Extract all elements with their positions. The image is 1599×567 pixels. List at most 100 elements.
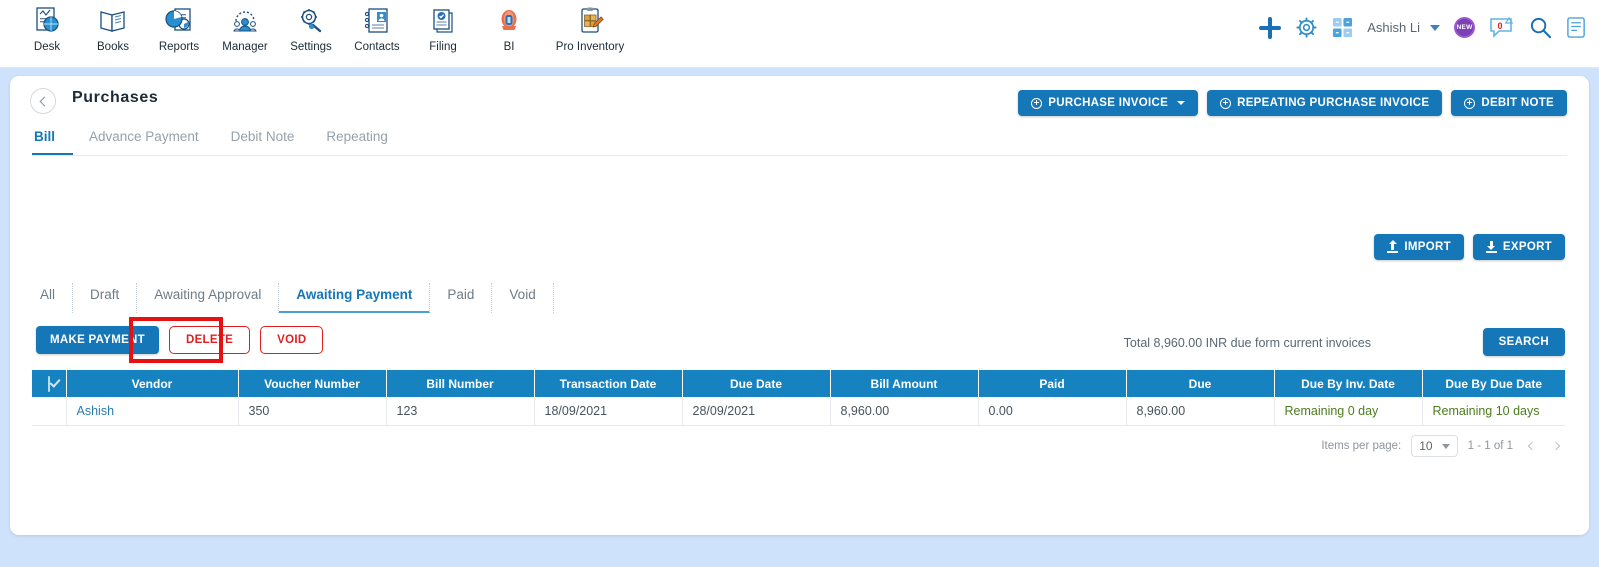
- nav-item-settings[interactable]: Settings: [278, 0, 344, 53]
- chevron-right-icon: [1551, 441, 1561, 451]
- column-bill-number[interactable]: Bill Number: [386, 370, 535, 397]
- filter-awaiting-payment[interactable]: Awaiting Payment: [279, 283, 431, 313]
- tab-repeating[interactable]: Repeating: [310, 124, 404, 155]
- nav-item-reports[interactable]: Reports: [146, 0, 212, 53]
- nav-label: Reports: [158, 41, 200, 53]
- table-row[interactable]: Ashish 350 123 18/09/2021 28/09/2021 8,9…: [32, 397, 1565, 426]
- cell-vendor[interactable]: Ashish: [66, 397, 239, 426]
- paginator: Items per page: 10 1 - 1 of 1: [1321, 435, 1565, 457]
- nav-item-filing[interactable]: Filing: [410, 0, 476, 53]
- book-icon: [98, 6, 128, 36]
- make-payment-button[interactable]: MAKE PAYMENT: [36, 326, 159, 354]
- button-label: REPEATING PURCHASE INVOICE: [1237, 97, 1430, 109]
- items-per-page-select[interactable]: 10: [1411, 435, 1458, 457]
- nav-item-books[interactable]: Books: [80, 0, 146, 53]
- tab-debit-note[interactable]: Debit Note: [215, 124, 311, 155]
- row-action-buttons: MAKE PAYMENT DELETE VOID: [36, 326, 324, 354]
- gear-wrench-icon: [296, 6, 326, 36]
- gear-icon[interactable]: [1295, 16, 1318, 39]
- filter-paid[interactable]: Paid: [430, 283, 493, 313]
- search-button[interactable]: SEARCH: [1482, 328, 1565, 356]
- select-all-checkbox[interactable]: [47, 375, 50, 392]
- filter-draft[interactable]: Draft: [73, 283, 138, 313]
- void-button[interactable]: VOID: [260, 326, 324, 354]
- tab-advance-payment[interactable]: Advance Payment: [73, 124, 215, 155]
- import-button[interactable]: IMPORT: [1374, 234, 1464, 260]
- items-per-page-value: 10: [1419, 439, 1433, 453]
- tab-bill[interactable]: Bill: [32, 124, 74, 155]
- chevron-down-icon: [1441, 443, 1450, 449]
- column-voucher-number[interactable]: Voucher Number: [238, 370, 387, 397]
- top-bar-right: Ashish Li NEW 0: [1259, 16, 1587, 39]
- plus-icon[interactable]: [1259, 16, 1282, 39]
- bi-icon: [494, 6, 524, 36]
- column-due-by-inv-date[interactable]: Due By Inv. Date: [1274, 370, 1423, 397]
- bills-table: Vendor Voucher Number Bill Number Transa…: [32, 370, 1565, 426]
- column-vendor[interactable]: Vendor: [66, 370, 239, 397]
- delete-button[interactable]: DELETE: [168, 326, 251, 354]
- items-per-page-label: Items per page:: [1321, 440, 1402, 452]
- cell-bill-number: 123: [386, 397, 535, 426]
- export-button[interactable]: EXPORT: [1472, 234, 1565, 260]
- button-label: DEBIT NOTE: [1481, 97, 1554, 109]
- debit-note-button[interactable]: DEBIT NOTE: [1451, 90, 1567, 116]
- total-due-text: Total 8,960.00 INR due form current invo…: [1123, 336, 1371, 350]
- nav-label: Filing: [429, 41, 457, 53]
- button-label: IMPORT: [1404, 241, 1451, 253]
- status-filter-tabs: All Draft Awaiting Approval Awaiting Pay…: [36, 283, 554, 313]
- filter-all[interactable]: All: [36, 283, 74, 313]
- next-page-button[interactable]: [1549, 438, 1565, 454]
- search-icon[interactable]: [1529, 16, 1552, 39]
- nav-label: Pro Inventory: [555, 41, 625, 53]
- new-badge[interactable]: NEW: [1454, 17, 1475, 38]
- nav-label: Desk: [33, 41, 61, 53]
- upload-icon: [1387, 240, 1399, 253]
- contacts-book-icon: [362, 6, 392, 36]
- chevron-down-icon: [1177, 101, 1186, 105]
- card-header: Purchases PURCHASE INVOICE REPEATING PUR…: [10, 76, 1589, 126]
- purchase-invoice-button[interactable]: PURCHASE INVOICE: [1018, 90, 1199, 116]
- nav-label: Books: [97, 41, 129, 53]
- header-action-buttons: PURCHASE INVOICE REPEATING PURCHASE INVO…: [1018, 90, 1567, 116]
- cell-transaction-date: 18/09/2021: [534, 397, 683, 426]
- report-chart-icon: [164, 6, 194, 36]
- column-bill-amount[interactable]: Bill Amount: [830, 370, 979, 397]
- username-label[interactable]: Ashish Li: [1367, 20, 1420, 35]
- button-label: PURCHASE INVOICE: [1048, 97, 1169, 109]
- apps-grid-icon[interactable]: [1332, 17, 1353, 38]
- nav-label: BI: [503, 41, 515, 53]
- table-header-row: Vendor Voucher Number Bill Number Transa…: [32, 370, 1565, 397]
- nav-item-pro-inventory[interactable]: Pro Inventory: [542, 0, 638, 53]
- manager-people-icon: [230, 6, 260, 36]
- nav-item-bi[interactable]: BI: [476, 0, 542, 53]
- cell-due-by-due-date: Remaining 10 days: [1422, 397, 1565, 426]
- nav-item-manager[interactable]: Manager: [212, 0, 278, 53]
- chevron-left-icon: [1527, 441, 1537, 451]
- chevron-left-icon: [39, 96, 50, 106]
- page-title: Purchases: [72, 89, 159, 106]
- filter-awaiting-approval[interactable]: Awaiting Approval: [137, 283, 280, 313]
- column-paid[interactable]: Paid: [978, 370, 1127, 397]
- prev-page-button[interactable]: [1523, 438, 1539, 454]
- nav-item-desk[interactable]: Desk: [14, 0, 80, 53]
- column-due-date[interactable]: Due Date: [682, 370, 831, 397]
- inventory-clipboard-icon: [575, 6, 605, 36]
- repeating-purchase-invoice-button[interactable]: REPEATING PURCHASE INVOICE: [1207, 90, 1443, 116]
- cell-due-date: 28/09/2021: [682, 397, 831, 426]
- chat-bubble-icon[interactable]: 0: [1489, 16, 1515, 39]
- button-label: EXPORT: [1502, 241, 1552, 253]
- download-icon: [1485, 241, 1497, 253]
- select-all-header[interactable]: [32, 370, 67, 397]
- row-select-cell[interactable]: [32, 397, 67, 426]
- filter-void[interactable]: Void: [492, 283, 554, 313]
- dashboard-icon: [32, 6, 62, 36]
- column-transaction-date[interactable]: Transaction Date: [534, 370, 683, 397]
- nav-item-contacts[interactable]: Contacts: [344, 0, 410, 53]
- purchases-card: Purchases PURCHASE INVOICE REPEATING PUR…: [10, 76, 1589, 535]
- notes-icon[interactable]: [1566, 16, 1587, 39]
- column-due-by-due-date[interactable]: Due By Due Date: [1422, 370, 1565, 397]
- column-due[interactable]: Due: [1126, 370, 1275, 397]
- cell-due: 8,960.00: [1126, 397, 1275, 426]
- chevron-down-icon[interactable]: [1430, 24, 1440, 31]
- back-button[interactable]: [30, 88, 56, 114]
